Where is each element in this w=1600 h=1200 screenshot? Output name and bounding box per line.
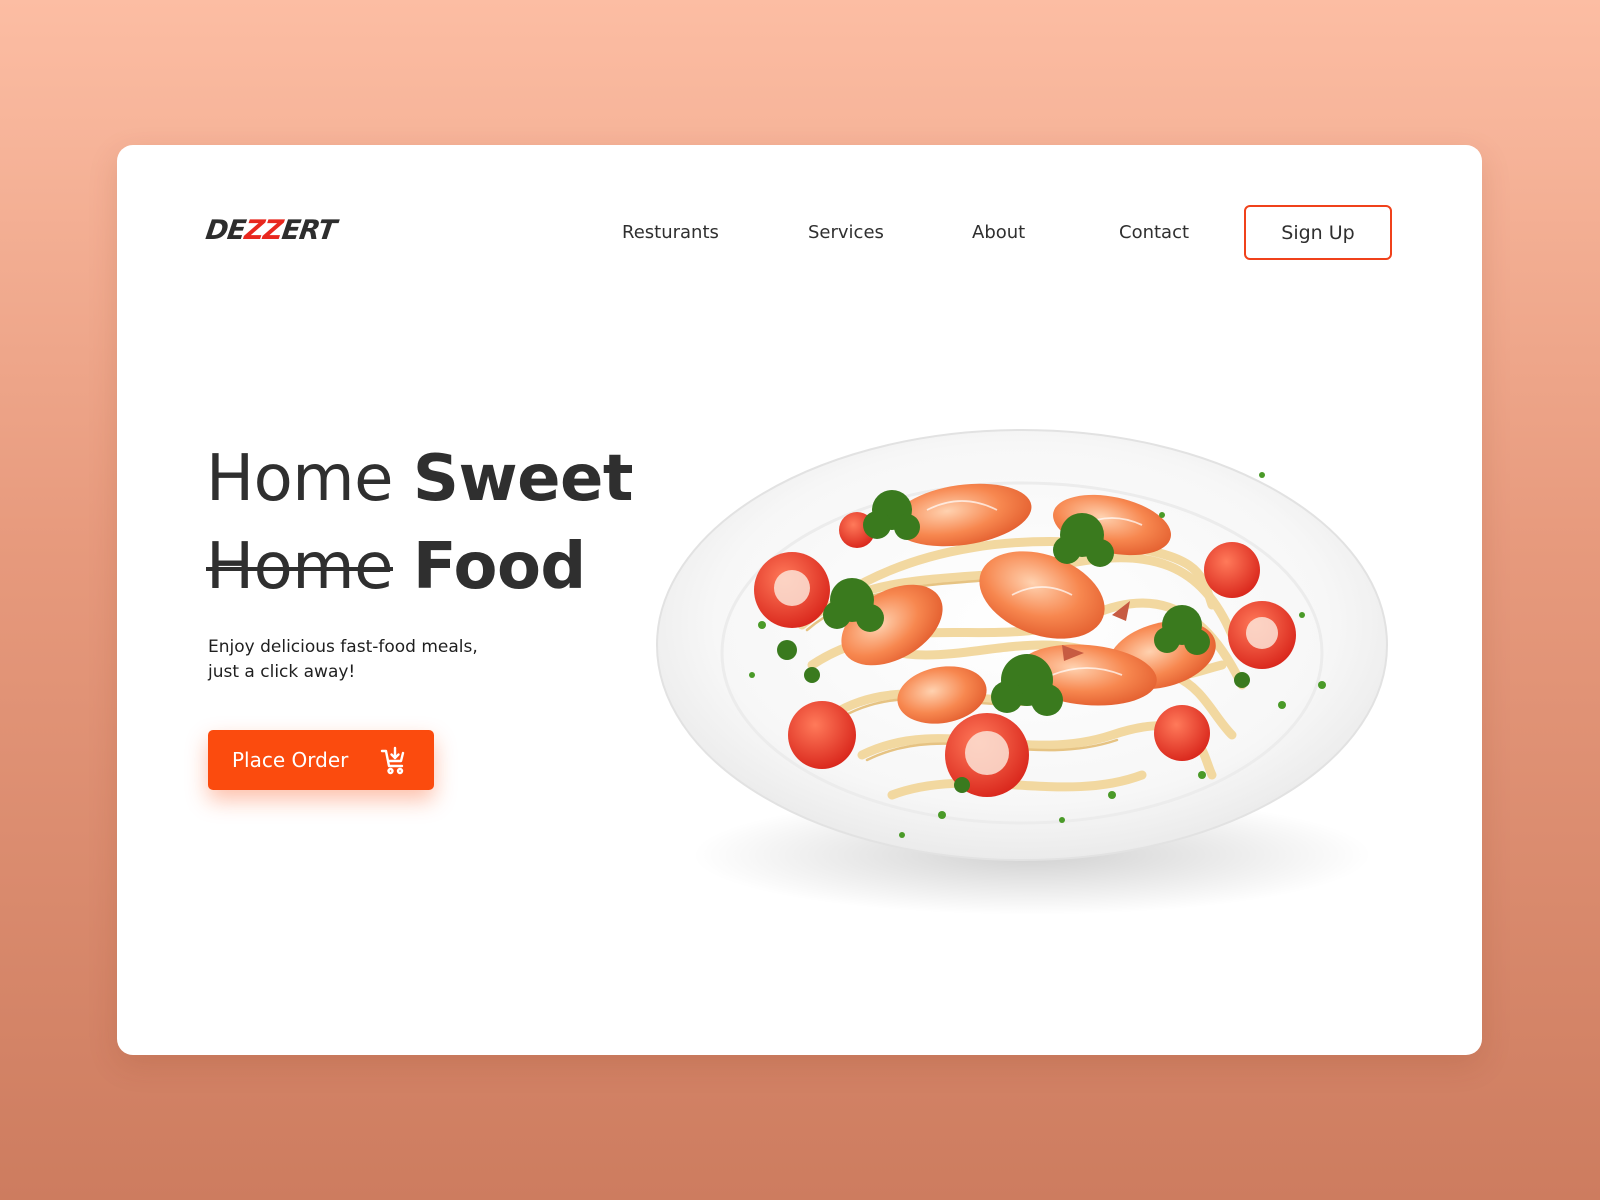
hero-tagline: Enjoy delicious fast-food meals, just a … — [208, 635, 508, 685]
nav-link-about[interactable]: About — [972, 222, 1025, 243]
headline-word-food: Food — [412, 530, 586, 604]
tagline-line-1: Enjoy delicious fast-food meals, — [208, 637, 478, 657]
nav-link-services[interactable]: Services — [808, 222, 884, 243]
hero-headline: Home Sweet Home Food — [206, 435, 633, 611]
shrimp-pasta-image — [642, 415, 1402, 935]
headline-line-1: Home Sweet — [206, 435, 633, 523]
headline-word-home: Home — [206, 442, 394, 516]
nav-link-contact[interactable]: Contact — [1119, 222, 1189, 243]
landing-card: DEZZERT Resturants Services About Contac… — [117, 145, 1482, 1055]
place-order-button[interactable]: Place Order — [208, 730, 434, 790]
headline-word-home-struck: Home — [206, 530, 394, 604]
sign-up-button[interactable]: Sign Up — [1244, 205, 1392, 260]
nav-link-restaurants[interactable]: Resturants — [622, 222, 719, 243]
place-order-label: Place Order — [232, 748, 349, 772]
cart-download-icon — [378, 745, 410, 782]
tagline-line-2: just a click away! — [208, 662, 356, 682]
headline-word-sweet: Sweet — [412, 442, 634, 516]
headline-line-2: Home Food — [206, 523, 633, 611]
